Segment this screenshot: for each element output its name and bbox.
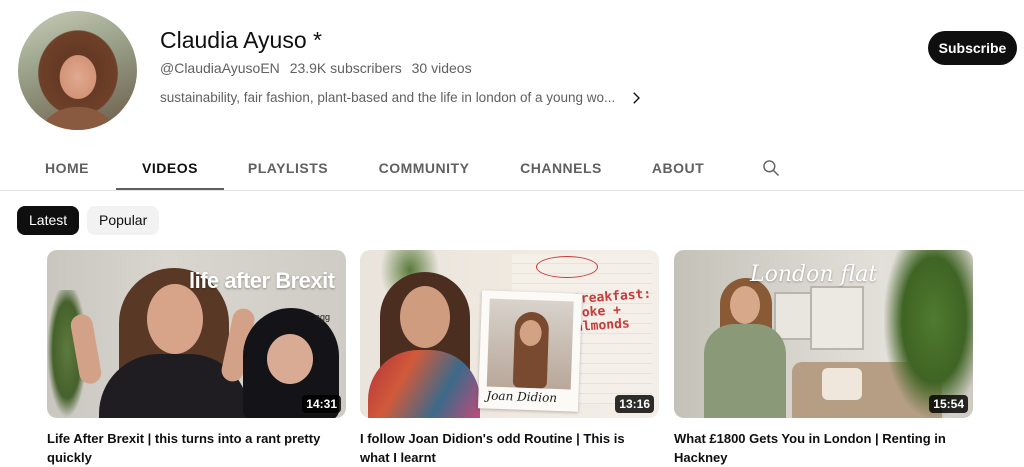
- video-thumbnail[interactable]: Breakfast: coke + almonds Joan Didion 13…: [360, 250, 659, 418]
- thumbnail-hooded-face: [267, 334, 313, 384]
- thumbnail-circled-note: [536, 256, 598, 278]
- video-title[interactable]: Life After Brexit | this turns into a ra…: [47, 430, 337, 467]
- thumbnail-person-body: [704, 324, 786, 418]
- channel-handle: @ClaudiaAyusoEN: [160, 60, 280, 76]
- thumbnail-small-text: agg: [315, 312, 331, 322]
- thumbnail-handwritten-note: Breakfast: coke + almonds: [572, 286, 652, 336]
- video-duration: 13:16: [615, 395, 654, 413]
- channel-description[interactable]: sustainability, fair fashion, plant-base…: [160, 89, 645, 107]
- channel-name: Claudia Ayuso *: [160, 27, 322, 53]
- thumbnail-person-face: [400, 286, 450, 348]
- thumbnail-plant: [884, 250, 973, 418]
- channel-avatar: [18, 11, 137, 130]
- channel-tabs: HOME VIDEOS PLAYLISTS COMMUNITY CHANNELS…: [0, 148, 1024, 191]
- thumbnail-wall-frame: [810, 286, 864, 350]
- video-card[interactable]: London flat 15:54 What £1800 Gets You in…: [674, 250, 973, 465]
- thumbnail-polaroid: Joan Didion: [477, 290, 583, 412]
- search-icon[interactable]: [761, 158, 781, 178]
- thumbnail-person-face: [147, 284, 203, 354]
- tab-home[interactable]: HOME: [33, 148, 101, 188]
- subscriber-count: 23.9K subscribers: [289, 60, 402, 76]
- video-count: 30 videos: [411, 60, 472, 76]
- video-duration: 15:54: [929, 395, 968, 413]
- tab-about[interactable]: ABOUT: [640, 148, 716, 188]
- channel-description-text: sustainability, fair fashion, plant-base…: [160, 90, 616, 105]
- video-thumbnail[interactable]: life after Brexit agg 14:31: [47, 250, 346, 418]
- thumbnail-person-face: [730, 286, 760, 324]
- tab-playlists[interactable]: PLAYLISTS: [238, 148, 338, 188]
- video-title[interactable]: I follow Joan Didion's odd Routine | Thi…: [360, 430, 650, 467]
- video-card[interactable]: Breakfast: coke + almonds Joan Didion 13…: [360, 250, 659, 465]
- thumbnail-overlay-text: London flat: [750, 262, 878, 287]
- tab-channels[interactable]: CHANNELS: [510, 148, 612, 188]
- tab-videos[interactable]: VIDEOS: [116, 148, 224, 190]
- polaroid-photo: [486, 298, 574, 390]
- thumbnail-wall-frame: [774, 292, 812, 340]
- video-card[interactable]: life after Brexit agg 14:31 Life After B…: [47, 250, 346, 465]
- avatar-shirt: [36, 107, 120, 130]
- video-thumbnail[interactable]: London flat 15:54: [674, 250, 973, 418]
- chip-latest[interactable]: Latest: [17, 206, 80, 235]
- chip-popular[interactable]: Popular: [87, 206, 160, 235]
- polaroid-caption: Joan Didion: [486, 388, 558, 405]
- tab-community[interactable]: COMMUNITY: [368, 148, 480, 188]
- video-title[interactable]: What £1800 Gets You in London | Renting …: [674, 430, 964, 467]
- thumbnail-overlay-text: life after Brexit: [189, 268, 335, 293]
- thumbnail-pillow: [822, 368, 862, 400]
- subscribe-button[interactable]: Subscribe: [928, 31, 1017, 65]
- chevron-right-icon: [633, 92, 641, 104]
- channel-meta: @ClaudiaAyusoEN 23.9K subscribers 30 vid…: [160, 59, 478, 77]
- video-duration: 14:31: [302, 395, 341, 413]
